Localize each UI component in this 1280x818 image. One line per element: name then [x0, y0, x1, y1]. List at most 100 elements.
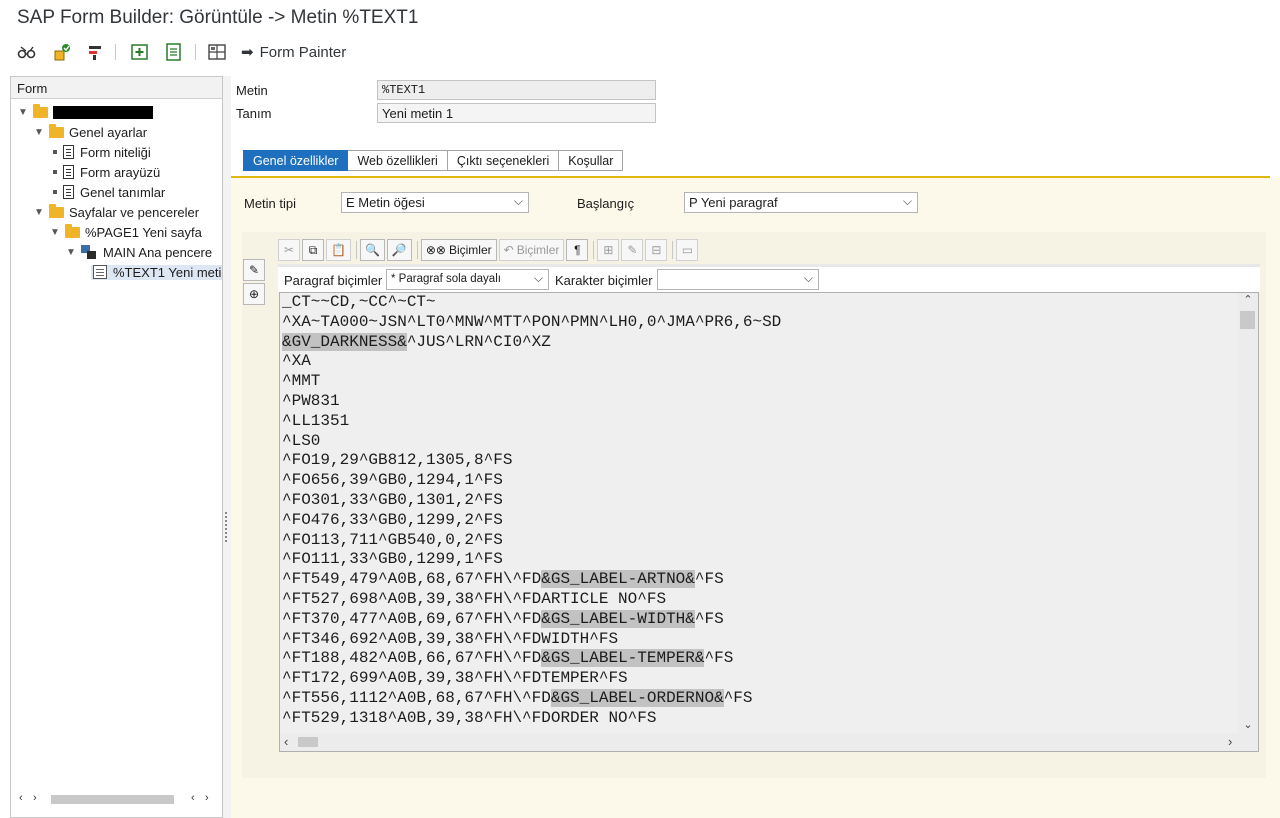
glasses-icon[interactable]	[15, 40, 39, 64]
hierarchy-icon[interactable]	[162, 40, 186, 64]
code-editor-area[interactable]: _CT~~CD,~CC^~CT~ ^XA~TA000~JSN^LT0^MNW^MT…	[279, 292, 1259, 752]
code-line[interactable]: ^FO301,33^GB0,1301,2^FS	[282, 491, 1237, 511]
code-line[interactable]: ^FT370,477^A0B,69,67^FH\^FD&GS_LABEL-WID…	[282, 609, 1237, 630]
selected-node[interactable]: %TEXT1 Yeni metin 1	[91, 264, 222, 280]
code-line[interactable]: ^FT172,699^A0B,39,38^FH\^FDTEMPER^FS	[282, 669, 1237, 689]
code-text: ^LS0	[282, 431, 321, 450]
code-line[interactable]: ^FT188,482^A0B,66,67^FH\^FD&GS_LABEL-TEM…	[282, 649, 1237, 669]
scroll-right-icon[interactable]: ›	[33, 792, 37, 804]
tree-node-page1[interactable]: ▼ %PAGE1 Yeni sayfa	[49, 222, 202, 242]
formats-button[interactable]: ⊗⊗ Biçimler	[420, 239, 497, 261]
code-line[interactable]: ^FT549,479^A0B,68,67^FH\^FD&GS_LABEL-ART…	[282, 570, 1237, 590]
copy-icon[interactable]: ⧉	[302, 239, 324, 261]
panel-splitter[interactable]	[223, 76, 231, 818]
code-line[interactable]: ^FT529,1318^A0B,39,38^FH\^FDORDER NO^FS	[282, 709, 1237, 729]
new-window-icon[interactable]	[128, 40, 152, 64]
form-painter-button[interactable]: ➡ Form Painter	[241, 41, 346, 63]
code-text: ^XA~TA000~JSN^LT0^MNW^MTT^PON^PMN^LH0,0^…	[282, 312, 782, 331]
check-icon[interactable]	[84, 40, 108, 64]
tree-node-pages-windows[interactable]: ▼ Sayfalar ve pencereler	[33, 202, 199, 222]
tab-output[interactable]: Çıktı seçenekleri	[447, 150, 560, 171]
tree-node-root[interactable]: ▼	[17, 102, 153, 122]
code-text: ^XA	[282, 352, 311, 371]
expand-arrow-icon[interactable]: ▼	[65, 247, 77, 258]
expand-arrow-icon[interactable]: ▼	[33, 127, 45, 138]
paragraph-formats-dropdown[interactable]: * Paragraf sola dayalı ⌵	[386, 269, 549, 290]
tree-node-form-attributes[interactable]: Form niteliği	[49, 142, 151, 162]
formats-undo-button[interactable]: ↶ Biçimler	[498, 239, 565, 261]
tree-horizontal-scrollbar[interactable]: ‹ › ‹ ›	[11, 791, 222, 807]
toolbar-separator	[593, 241, 595, 259]
code-text: ^FT556,1112^A0B,68,67^FH\^FD	[282, 688, 551, 707]
document-icon	[63, 185, 74, 199]
tab-conditions[interactable]: Koşullar	[559, 150, 624, 171]
tree-node-general-settings[interactable]: ▼ Genel ayarlar	[33, 122, 147, 142]
activate-icon[interactable]	[50, 40, 74, 64]
code-line[interactable]: _CT~~CD,~CC^~CT~	[282, 293, 1237, 313]
scroll-left-icon[interactable]: ‹	[284, 734, 288, 749]
scrollbar-thumb[interactable]	[298, 737, 318, 747]
find-icon[interactable]: 🔍	[359, 239, 385, 261]
code-lines[interactable]: _CT~~CD,~CC^~CT~ ^XA~TA000~JSN^LT0^MNW^MT…	[282, 293, 1237, 729]
insert-line-icon[interactable]: ⊞	[597, 239, 620, 261]
expand-arrow-icon[interactable]: ▼	[33, 207, 45, 218]
editor-fields-icon[interactable]: ⊕	[243, 283, 265, 305]
code-line[interactable]: ^FT346,692^A0B,39,38^FH\^FDWIDTH^FS	[282, 630, 1237, 650]
scroll-right-icon[interactable]: ›	[205, 792, 209, 804]
tab-web[interactable]: Web özellikleri	[348, 150, 448, 171]
expand-arrow-icon[interactable]: ▼	[17, 107, 29, 118]
code-line[interactable]: &GV_DARKNESS&^JUS^LRN^CI0^XZ	[282, 332, 1237, 353]
vertical-scrollbar[interactable]: ⌃ ⌄	[1238, 293, 1258, 733]
expand-arrow-icon[interactable]: ▼	[49, 227, 61, 238]
toolbar-separator	[115, 44, 116, 60]
tree-node-text1[interactable]: %TEXT1 Yeni metin 1	[81, 262, 222, 282]
code-line[interactable]: ^FT556,1112^A0B,68,67^FH\^FD&GS_LABEL-OR…	[282, 688, 1237, 709]
code-line[interactable]: ^MMT	[282, 372, 1237, 392]
tree-node-form-interface[interactable]: Form arayüzü	[49, 162, 160, 182]
scrollbar-thumb[interactable]	[51, 795, 174, 804]
metin-field[interactable]: %TEXT1	[377, 80, 656, 100]
code-line[interactable]: ^LS0	[282, 432, 1237, 452]
scrollbar-thumb[interactable]	[1240, 311, 1255, 329]
tree-node-main-window[interactable]: ▼ MAIN Ana pencere	[65, 242, 212, 262]
text-node-icon	[93, 265, 107, 279]
form-painter-label: Form Painter	[259, 43, 347, 61]
code-line[interactable]: ^FT527,698^A0B,39,38^FH\^FDARTICLE NO^FS	[282, 590, 1237, 610]
text-type-dropdown[interactable]: E Metin öğesi ⌵	[341, 192, 529, 213]
delete-line-icon[interactable]: ⊟	[645, 239, 668, 261]
toolbar-separator	[416, 241, 418, 259]
code-line[interactable]: ^LL1351	[282, 412, 1237, 432]
scroll-down-icon[interactable]: ⌄	[1238, 718, 1258, 731]
code-line[interactable]: ^XA	[282, 352, 1237, 372]
text-window-icon[interactable]: ▭	[676, 239, 699, 261]
cut-icon[interactable]: ✂	[278, 239, 300, 261]
scroll-up-icon[interactable]: ⌃	[1238, 293, 1258, 306]
tab-general[interactable]: Genel özellikler	[243, 150, 349, 171]
tree-node-global-definitions[interactable]: Genel tanımlar	[49, 182, 165, 202]
find-next-icon[interactable]: 🔎	[386, 239, 412, 261]
pencil-icon[interactable]: ✎	[621, 239, 644, 261]
start-dropdown[interactable]: P Yeni paragraf ⌵	[684, 192, 918, 213]
code-line[interactable]: ^FO111,33^GB0,1299,1^FS	[282, 550, 1237, 570]
splitter-grip[interactable]	[225, 512, 229, 542]
chevron-down-icon: ⌵	[902, 194, 912, 208]
scroll-right-icon[interactable]: ›	[1228, 734, 1232, 749]
editor-switch-icon[interactable]: ✎	[243, 259, 265, 281]
code-line[interactable]: ^FO19,29^GB812,1305,8^FS	[282, 451, 1237, 471]
code-line[interactable]: ^FO656,39^GB0,1294,1^FS	[282, 471, 1237, 491]
paragraph-mark-icon[interactable]: ¶	[566, 239, 589, 261]
tanim-field[interactable]: Yeni metin 1	[377, 103, 656, 123]
start-value: P Yeni paragraf	[689, 195, 778, 210]
paste-icon[interactable]: 📋	[326, 239, 351, 261]
char-formats-dropdown[interactable]: ⌵	[657, 269, 819, 290]
title-bar: SAP Form Builder: Görüntüle -> Metin %TE…	[0, 0, 1280, 34]
code-line[interactable]: ^PW831	[282, 392, 1237, 412]
scroll-left-icon[interactable]: ‹	[19, 792, 23, 804]
code-line[interactable]: ^FO113,711^GB540,0,2^FS	[282, 531, 1237, 551]
code-line[interactable]: ^FO476,33^GB0,1299,2^FS	[282, 511, 1237, 531]
scroll-left-icon[interactable]: ‹	[191, 792, 195, 804]
layout-icon[interactable]	[205, 40, 229, 64]
tab-strip: Genel özellikler Web özellikleri Çıktı s…	[243, 150, 624, 172]
code-line[interactable]: ^XA~TA000~JSN^LT0^MNW^MTT^PON^PMN^LH0,0^…	[282, 313, 1237, 333]
horizontal-scrollbar[interactable]: ‹ ›	[280, 733, 1258, 751]
